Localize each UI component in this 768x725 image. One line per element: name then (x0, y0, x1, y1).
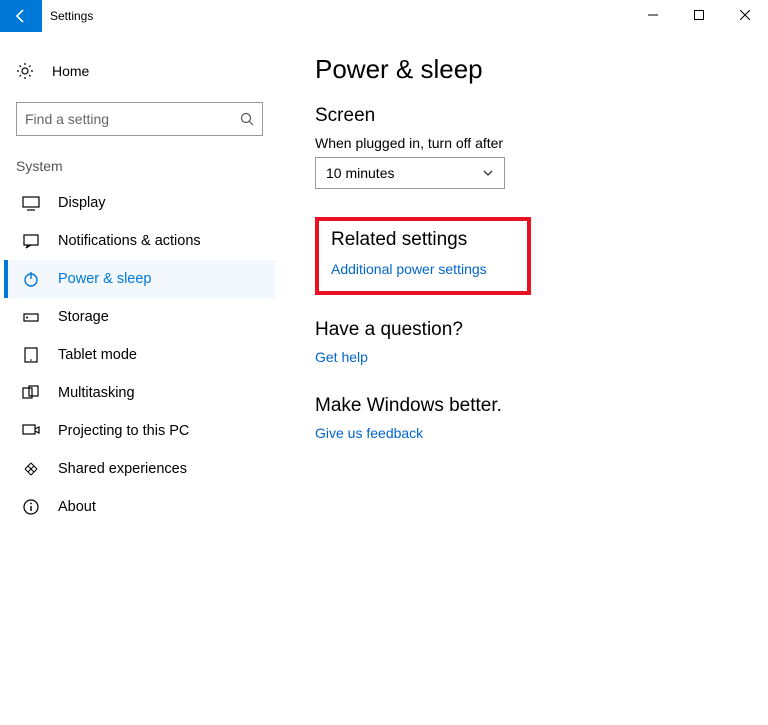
multitask-icon (22, 384, 40, 402)
power-icon (22, 270, 40, 288)
sidebar-item-label: Display (58, 195, 106, 211)
close-button[interactable] (722, 0, 768, 30)
search-placeholder: Find a setting (25, 111, 109, 127)
related-settings-highlighted: Related settings Additional power settin… (315, 217, 531, 295)
about-icon (22, 498, 40, 516)
search-input[interactable]: Find a setting (16, 102, 263, 136)
sidebar: Home Find a setting System Display Notif… (0, 32, 275, 725)
sidebar-item-shared-experiences[interactable]: Shared experiences (4, 450, 275, 488)
window-controls (630, 0, 768, 30)
get-help-link[interactable]: Get help (315, 349, 748, 365)
sidebar-item-notifications[interactable]: Notifications & actions (4, 222, 275, 260)
sidebar-item-multitasking[interactable]: Multitasking (4, 374, 275, 412)
sidebar-item-power-sleep[interactable]: Power & sleep (4, 260, 275, 298)
sidebar-item-label: Projecting to this PC (58, 423, 189, 439)
back-button[interactable] (0, 0, 42, 32)
shared-icon (22, 460, 40, 478)
additional-power-settings-link[interactable]: Additional power settings (331, 261, 515, 277)
storage-icon (22, 308, 40, 326)
main-panel: Power & sleep Screen When plugged in, tu… (275, 32, 768, 725)
tablet-icon (22, 346, 40, 364)
screen-off-label: When plugged in, turn off after (315, 135, 748, 151)
category-label: System (4, 158, 275, 184)
sidebar-item-label: Tablet mode (58, 347, 137, 363)
sidebar-item-label: Notifications & actions (58, 233, 201, 249)
minimize-button[interactable] (630, 0, 676, 30)
sidebar-item-label: Multitasking (58, 385, 135, 401)
back-arrow-icon (13, 8, 29, 24)
minimize-icon (648, 10, 658, 20)
sidebar-item-label: Power & sleep (58, 271, 152, 287)
sidebar-item-about[interactable]: About (4, 488, 275, 526)
home-button[interactable]: Home (4, 52, 275, 90)
feedback-link[interactable]: Give us feedback (315, 425, 748, 441)
screen-off-dropdown[interactable]: 10 minutes (315, 157, 505, 189)
display-icon (22, 194, 40, 212)
home-label: Home (52, 63, 89, 79)
related-settings-title: Related settings (331, 229, 515, 251)
sidebar-item-label: Storage (58, 309, 109, 325)
maximize-icon (694, 10, 704, 20)
sidebar-item-label: About (58, 499, 96, 515)
title-bar: Settings (0, 0, 768, 32)
sidebar-item-label: Shared experiences (58, 461, 187, 477)
notifications-icon (22, 232, 40, 250)
screen-section-title: Screen (315, 105, 748, 127)
close-icon (740, 10, 750, 20)
maximize-button[interactable] (676, 0, 722, 30)
sidebar-item-display[interactable]: Display (4, 184, 275, 222)
sidebar-item-tablet-mode[interactable]: Tablet mode (4, 336, 275, 374)
projecting-icon (22, 422, 40, 440)
search-icon (240, 112, 254, 126)
gear-icon (16, 62, 34, 80)
sidebar-item-projecting[interactable]: Projecting to this PC (4, 412, 275, 450)
question-title: Have a question? (315, 319, 748, 341)
window-title: Settings (42, 9, 93, 23)
sidebar-item-storage[interactable]: Storage (4, 298, 275, 336)
chevron-down-icon (482, 167, 494, 179)
page-title: Power & sleep (315, 54, 748, 85)
make-better-title: Make Windows better. (315, 395, 748, 417)
dropdown-value: 10 minutes (326, 165, 394, 181)
